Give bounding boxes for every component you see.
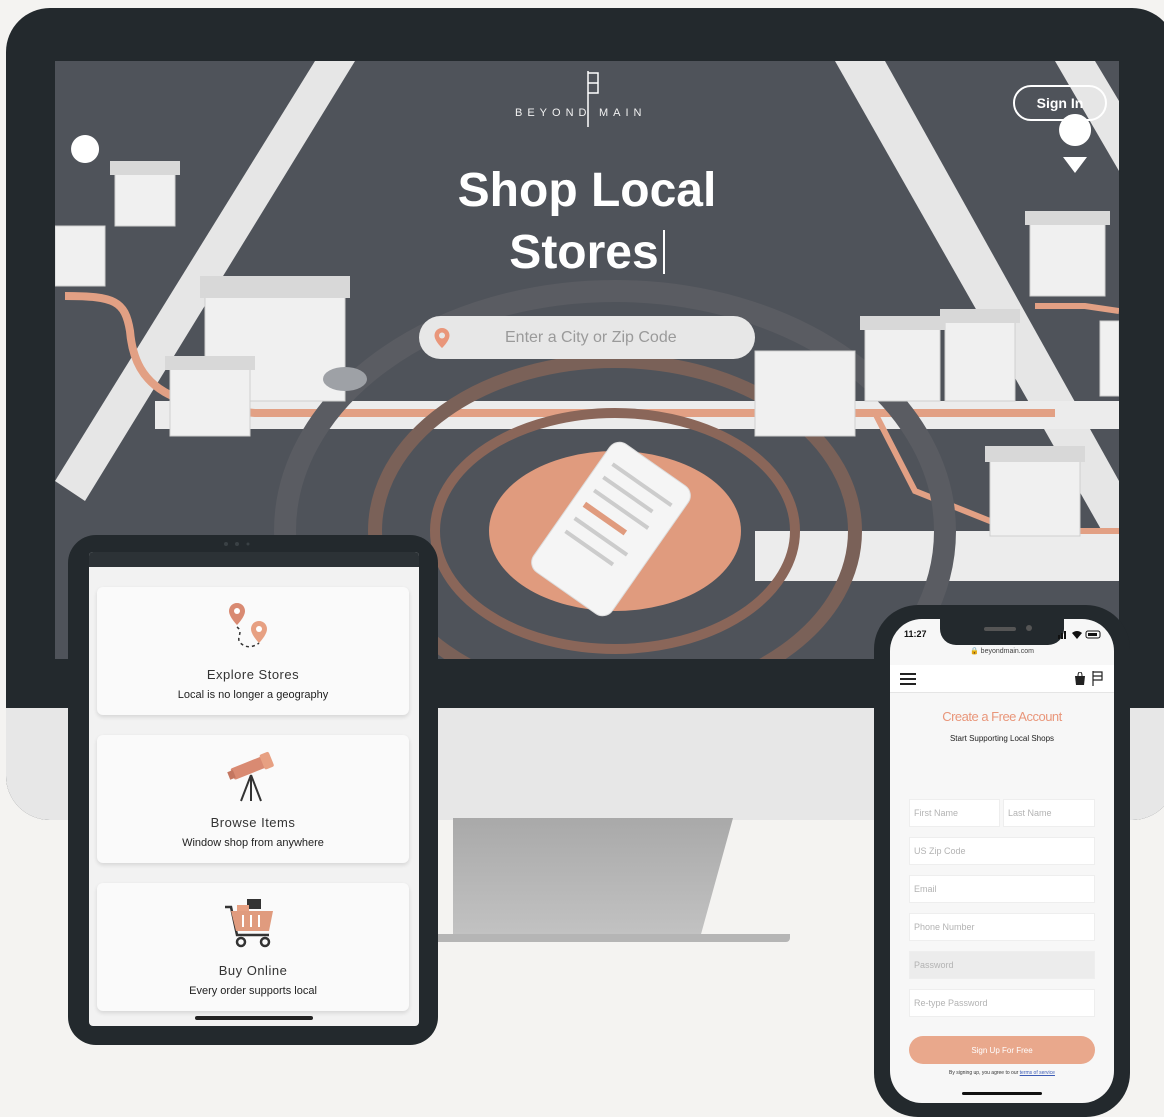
status-icons [1058, 630, 1101, 639]
hamburger-menu-icon[interactable] [900, 673, 916, 685]
tablet-camera [224, 542, 250, 546]
address-url: beyondmain.com [980, 648, 1034, 655]
phone-number-field[interactable]: Phone Number [909, 913, 1095, 941]
location-search-input[interactable] [505, 328, 725, 347]
password-field[interactable]: Password [909, 951, 1095, 979]
status-time: 11:27 [904, 629, 927, 639]
first-name-field[interactable]: First Name [909, 799, 1000, 827]
tablet-home-indicator[interactable] [195, 1016, 313, 1020]
last-name-field[interactable]: Last Name [1003, 799, 1095, 827]
beyond-main-logo[interactable]: BEYOND MAIN [513, 71, 673, 127]
card-title: Buy Online [218, 963, 288, 978]
signup-subtitle: Start Supporting Local Shops [949, 734, 1055, 743]
tablet-screen: Explore Stores Local is no longer a geog… [89, 552, 419, 1026]
terms-notice: By signing up, you agree to our terms of… [890, 1070, 1114, 1076]
map-pins-icon [229, 603, 267, 648]
phone-device: 11:27 🔒 beyondmain.com Create a Free Acc… [874, 605, 1130, 1117]
phone-screen: 11:27 🔒 beyondmain.com Create a Free Acc… [890, 619, 1114, 1103]
tablet-top-bar [89, 552, 419, 567]
monitor-stand-base [430, 934, 790, 942]
sign-up-button[interactable]: Sign Up For Free [909, 1036, 1095, 1064]
sign-in-button[interactable]: Sign In [1013, 85, 1107, 121]
explore-stores-card[interactable]: Explore Stores Local is no longer a geog… [97, 587, 409, 715]
buy-online-card[interactable]: Buy Online Every order supports local [97, 883, 409, 1011]
telescope-icon [227, 751, 274, 802]
front-camera [1026, 625, 1032, 631]
phone-home-indicator[interactable] [962, 1092, 1042, 1095]
card-subtitle: Local is no longer a geography [177, 689, 329, 701]
shopping-bag-icon[interactable] [1074, 672, 1086, 685]
tablet-device: Explore Stores Local is no longer a geog… [68, 535, 438, 1045]
logo-text-right: MAIN [599, 107, 647, 119]
phone-notch [940, 619, 1064, 645]
shopping-cart-icon [225, 899, 273, 948]
hero-title-line2: Stores [55, 223, 1119, 283]
terms-of-service-link[interactable]: terms of service [1020, 1070, 1055, 1076]
card-subtitle: Every order supports local [189, 985, 317, 997]
hero-title-line2-text: Stores [509, 226, 659, 279]
browse-items-card[interactable]: Browse Items Window shop from anywhere [97, 735, 409, 863]
phone-navbar [890, 665, 1114, 693]
email-field[interactable]: Email [909, 875, 1095, 903]
card-subtitle: Window shop from anywhere [182, 837, 324, 849]
terms-prefix: By signing up, you agree to our [949, 1070, 1019, 1076]
hero-title-line1: Shop Local [457, 164, 717, 217]
zip-code-field[interactable]: US Zip Code [909, 837, 1095, 865]
flag-logo-icon[interactable] [1092, 671, 1104, 686]
device-mockup-stage: BEYOND MAIN Sign In Shop Local Stores En… [0, 0, 1164, 1117]
speaker-grille [984, 627, 1016, 631]
monitor-stand [453, 818, 733, 940]
text-caret [662, 230, 665, 274]
logo-text-left: BEYOND [515, 107, 592, 119]
address-bar[interactable]: 🔒 beyondmain.com [890, 647, 1114, 655]
card-title: Browse Items [210, 815, 296, 830]
signup-title: Create a Free Account [942, 709, 1062, 724]
card-title: Explore Stores [206, 667, 300, 682]
retype-password-field[interactable]: Re-type Password [909, 989, 1095, 1017]
location-search-bar[interactable] [419, 316, 755, 359]
location-pin-icon [434, 327, 450, 348]
